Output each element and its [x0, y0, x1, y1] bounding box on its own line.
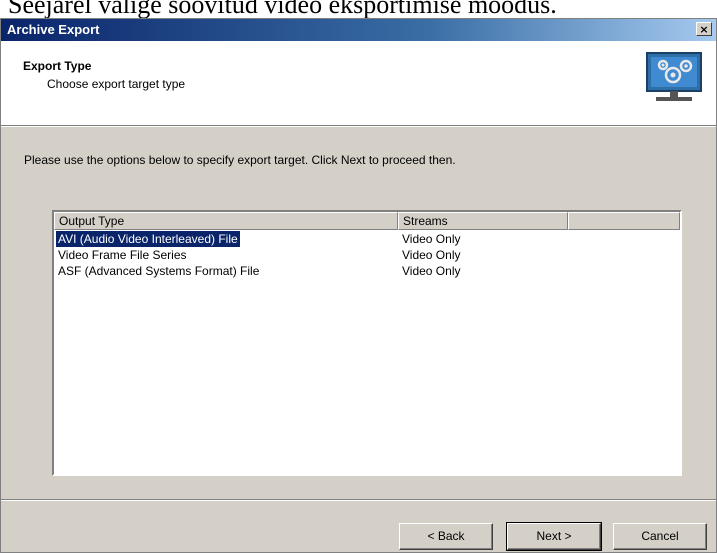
column-output-type[interactable]: Output Type [54, 212, 398, 230]
title-bar[interactable]: Archive Export × [1, 19, 716, 41]
footer-separator [1, 499, 716, 501]
output-type-list[interactable]: Output Type Streams AVI (Audio Video Int… [52, 210, 682, 476]
window-title: Archive Export [7, 22, 100, 37]
list-header: Output Type Streams [54, 212, 680, 230]
close-button[interactable]: × [696, 22, 712, 36]
wizard-header: Export Type Choose export target type [1, 41, 716, 126]
step-subtitle: Choose export target type [47, 77, 186, 91]
cancel-button[interactable]: Cancel [613, 523, 707, 550]
caption-text: Seejärel valige soovitud video eksportim… [8, 0, 557, 19]
streams-cell: Video Only [402, 232, 461, 246]
column-streams[interactable]: Streams [398, 212, 568, 230]
step-title: Export Type [23, 59, 92, 73]
back-button[interactable]: < Back [399, 523, 493, 550]
output-type-cell: ASF (Advanced Systems Format) File [58, 264, 260, 278]
list-item[interactable]: Video Frame File Series Video Only [54, 247, 680, 263]
instruction-text: Please use the options below to specify … [24, 153, 456, 167]
list-item[interactable]: ASF (Advanced Systems Format) File Video… [54, 263, 680, 279]
header-separator [1, 126, 716, 127]
list-item[interactable]: AVI (Audio Video Interleaved) File Video… [54, 230, 680, 248]
next-button[interactable]: Next > [506, 522, 602, 551]
output-type-cell: AVI (Audio Video Interleaved) File [55, 230, 241, 248]
output-type-cell: Video Frame File Series [58, 248, 187, 262]
streams-cell: Video Only [402, 264, 461, 278]
archive-export-dialog: Archive Export × Export Type Choose expo… [0, 18, 717, 553]
column-empty[interactable] [568, 212, 680, 230]
streams-cell: Video Only [402, 248, 461, 262]
gears-monitor-icon [646, 52, 702, 101]
